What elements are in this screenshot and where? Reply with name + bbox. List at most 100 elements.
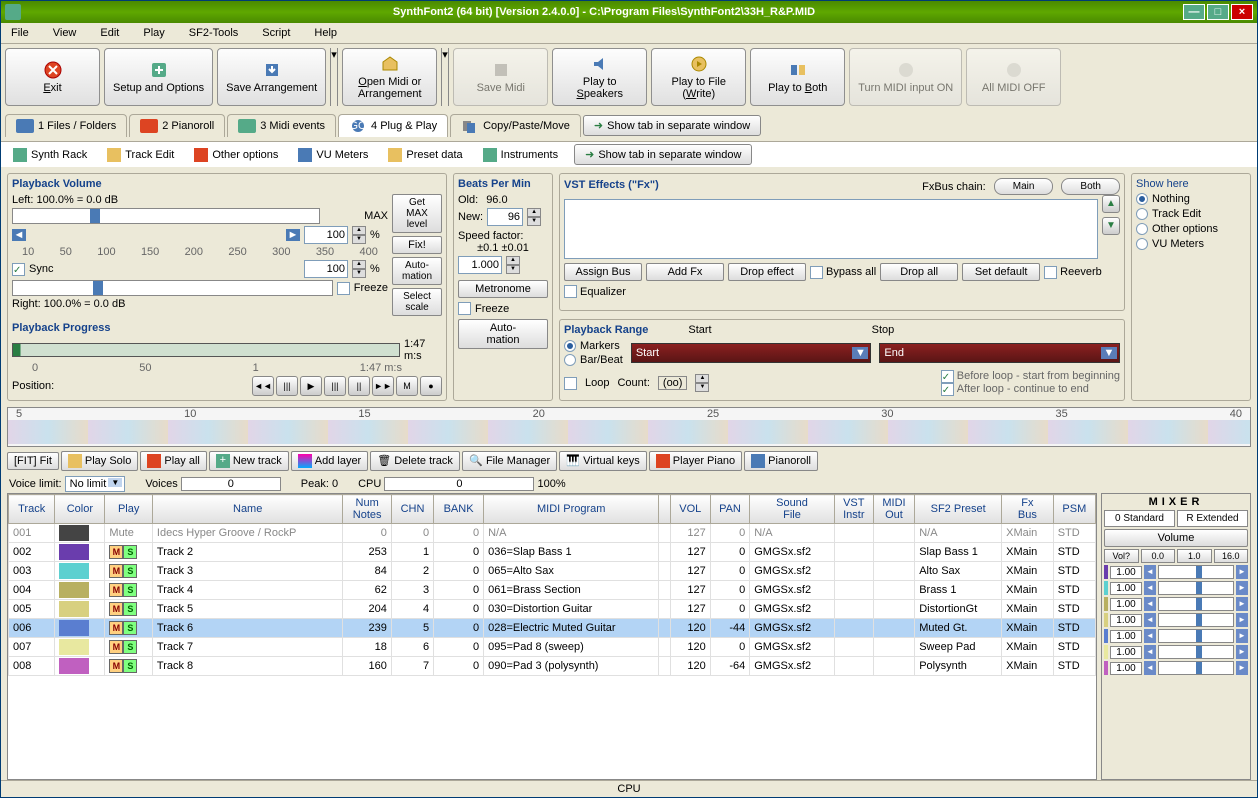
fxbus-main-button[interactable]: Main bbox=[994, 178, 1054, 195]
bpm-new-input[interactable] bbox=[487, 208, 523, 226]
assign-bus-button[interactable]: Assign Bus bbox=[564, 263, 642, 281]
tab-copy-paste[interactable]: Copy/Paste/Move bbox=[450, 114, 581, 137]
table-row[interactable]: 001MuteIdecs Hyper Groove / RockP000N/A1… bbox=[9, 524, 1096, 543]
mixer-row[interactable]: 1.00◄► bbox=[1104, 581, 1248, 595]
fx-list[interactable] bbox=[564, 199, 1098, 259]
mixer-row[interactable]: 1.00◄► bbox=[1104, 613, 1248, 627]
sync-checkbox[interactable] bbox=[12, 263, 25, 276]
right-volume-slider[interactable] bbox=[12, 280, 333, 296]
add-fx-button[interactable]: Add Fx bbox=[646, 263, 724, 281]
col-header[interactable]: Sound File bbox=[750, 495, 835, 524]
menu-sf2tools[interactable]: SF2-Tools bbox=[183, 25, 245, 41]
left-volume-slider[interactable] bbox=[12, 208, 320, 224]
subtab-vu-meters[interactable]: VU Meters bbox=[294, 146, 372, 164]
before-loop-checkbox[interactable] bbox=[941, 370, 954, 383]
subtab-instruments[interactable]: Instruments bbox=[479, 146, 562, 164]
col-header[interactable]: Fx Bus bbox=[1002, 495, 1054, 524]
barbeat-radio[interactable] bbox=[564, 354, 576, 366]
col-header[interactable]: SF2 Preset bbox=[915, 495, 1002, 524]
progress-bar[interactable] bbox=[12, 343, 400, 357]
setup-button[interactable]: Setup and Options bbox=[104, 48, 213, 106]
stop-button[interactable]: ● bbox=[420, 376, 442, 396]
table-row[interactable]: 006MSTrack 623950028=Electric Muted Guit… bbox=[9, 619, 1096, 638]
menu-view[interactable]: View bbox=[47, 25, 83, 41]
drop-effect-button[interactable]: Drop effect bbox=[728, 263, 806, 281]
play-file-button[interactable]: Play to File(Write) bbox=[651, 48, 746, 106]
set-default-button[interactable]: Set default bbox=[962, 263, 1040, 281]
freeze-checkbox[interactable] bbox=[337, 282, 350, 295]
player-piano-button[interactable]: Player Piano bbox=[649, 451, 742, 471]
mixer-volq-button[interactable]: Vol? bbox=[1104, 549, 1139, 563]
table-row[interactable]: 004MSTrack 46230061=Brass Section1270GMG… bbox=[9, 581, 1096, 600]
col-header[interactable]: Track bbox=[9, 495, 55, 524]
col-header[interactable]: Name bbox=[152, 495, 343, 524]
rewind-button[interactable]: ◄◄ bbox=[252, 376, 274, 396]
close-button[interactable]: × bbox=[1231, 4, 1253, 20]
fix-button[interactable]: Fix! bbox=[392, 236, 442, 254]
start-combo[interactable]: Start bbox=[631, 343, 872, 363]
menu-file[interactable]: File bbox=[5, 25, 35, 41]
tab-midi-events[interactable]: 3 Midi events bbox=[227, 114, 336, 137]
play-all-button[interactable]: Play all bbox=[140, 451, 206, 471]
maximize-button[interactable]: □ bbox=[1207, 4, 1229, 20]
equalizer-checkbox[interactable] bbox=[564, 285, 577, 298]
mixer-standard-tab[interactable]: 0 Standard bbox=[1104, 510, 1175, 527]
tab-files[interactable]: 1 Files / Folders bbox=[5, 114, 127, 137]
table-row[interactable]: 008MSTrack 816070090=Pad 3 (polysynth)12… bbox=[9, 657, 1096, 676]
col-header[interactable]: CHN bbox=[391, 495, 433, 524]
show-trackedit-radio[interactable]: Track Edit bbox=[1136, 208, 1246, 220]
minimize-button[interactable]: — bbox=[1183, 4, 1205, 20]
menu-play[interactable]: Play bbox=[137, 25, 170, 41]
mixer-row[interactable]: 1.00◄► bbox=[1104, 565, 1248, 579]
step-back-button[interactable]: ||| bbox=[276, 376, 298, 396]
open-midi-button[interactable]: Open Midi orArrangement bbox=[342, 48, 437, 106]
step-fwd-button[interactable]: ||| bbox=[324, 376, 346, 396]
mixer-volume-header[interactable]: Volume bbox=[1104, 529, 1248, 547]
mixer-row[interactable]: 1.00◄► bbox=[1104, 597, 1248, 611]
speed-input[interactable] bbox=[458, 256, 502, 274]
fx-up-button[interactable]: ▲ bbox=[1102, 195, 1120, 213]
subtab-preset-data[interactable]: Preset data bbox=[384, 146, 466, 164]
col-header[interactable]: VST Instr bbox=[834, 495, 873, 524]
bpm-freeze-checkbox[interactable] bbox=[458, 302, 471, 315]
drop-all-button[interactable]: Drop all bbox=[880, 263, 958, 281]
open-dropdown[interactable]: ▾ bbox=[441, 48, 449, 106]
pianoroll-button[interactable]: Pianoroll bbox=[744, 451, 818, 471]
exit-button[interactable]: Exit bbox=[5, 48, 100, 106]
track-grid[interactable]: TrackColorPlayNameNum NotesCHNBANKMIDI P… bbox=[7, 493, 1097, 780]
fit-button[interactable]: [FIT] Fit bbox=[7, 452, 59, 470]
show-subtab-separate-button[interactable]: ➜Show tab in separate window bbox=[574, 144, 752, 165]
mixer-row[interactable]: 1.00◄► bbox=[1104, 629, 1248, 643]
subtab-other-options[interactable]: Other options bbox=[190, 146, 282, 164]
ffwd-button[interactable]: ►► bbox=[372, 376, 394, 396]
voice-limit-select[interactable]: No limit bbox=[65, 476, 126, 492]
play-button[interactable]: ▶ bbox=[300, 376, 322, 396]
left-arrow[interactable]: ◄ bbox=[12, 229, 26, 241]
timeline-overview[interactable]: 510152025303540 bbox=[7, 407, 1251, 447]
show-nothing-radio[interactable]: Nothing bbox=[1136, 193, 1246, 205]
table-row[interactable]: 005MSTrack 520440030=Distortion Guitar12… bbox=[9, 600, 1096, 619]
col-header[interactable]: PAN bbox=[710, 495, 750, 524]
fxbus-both-button[interactable]: Both bbox=[1061, 178, 1120, 195]
bpm-automation-button[interactable]: Auto- mation bbox=[458, 319, 548, 349]
vol1-input[interactable] bbox=[304, 226, 348, 244]
get-max-button[interactable]: Get MAX level bbox=[392, 194, 442, 233]
markers-radio[interactable] bbox=[564, 340, 576, 352]
mixer-0-button[interactable]: 0.0 bbox=[1141, 549, 1176, 563]
play-speakers-button[interactable]: Play toSpeakers bbox=[552, 48, 647, 106]
vol2-input[interactable] bbox=[304, 260, 348, 278]
play-both-button[interactable]: Play to Both bbox=[750, 48, 845, 106]
col-header[interactable]: VOL bbox=[670, 495, 710, 524]
menu-help[interactable]: Help bbox=[308, 25, 343, 41]
automation-button[interactable]: Auto- mation bbox=[392, 257, 442, 285]
save-dropdown[interactable]: ▾ bbox=[330, 48, 338, 106]
col-header[interactable]: MIDI Program bbox=[484, 495, 659, 524]
after-loop-checkbox[interactable] bbox=[941, 383, 954, 396]
end-combo[interactable]: End bbox=[879, 343, 1120, 363]
reverb-checkbox[interactable] bbox=[1044, 266, 1057, 279]
col-header[interactable]: Color bbox=[55, 495, 105, 524]
col-header[interactable]: Play bbox=[105, 495, 153, 524]
mixer-row[interactable]: 1.00◄► bbox=[1104, 661, 1248, 675]
col-header[interactable]: BANK bbox=[434, 495, 484, 524]
col-header[interactable] bbox=[659, 495, 671, 524]
